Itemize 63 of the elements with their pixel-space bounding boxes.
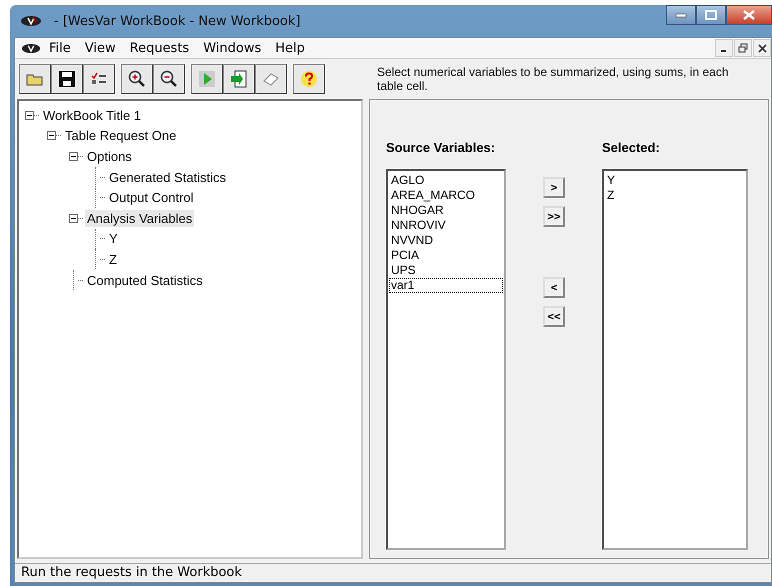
tree-item[interactable]: Table Request One (63, 127, 178, 144)
restore-button[interactable] (734, 39, 752, 57)
tree-item[interactable]: Output Control (107, 189, 196, 206)
list-item[interactable]: AREA_MARCO (389, 188, 503, 203)
restore-icon (738, 43, 748, 53)
zoom-out-icon (159, 69, 179, 89)
menu-item[interactable]: Help (269, 40, 311, 56)
menu-item[interactable]: Windows (197, 40, 268, 56)
help-button[interactable] (293, 64, 325, 94)
minimize-button[interactable] (666, 5, 696, 25)
zoom-out-button[interactable] (153, 64, 185, 94)
collapse-icon[interactable] (69, 152, 78, 161)
maximize-button[interactable] (696, 5, 726, 25)
save-disk-button[interactable] (51, 64, 83, 94)
list-item[interactable]: NVVND (389, 233, 503, 248)
list-item[interactable]: UPS (389, 263, 503, 278)
tree-item[interactable]: Options (85, 148, 134, 165)
help-icon (299, 69, 319, 89)
tree-item[interactable]: Y (107, 230, 120, 248)
list-item[interactable]: PCIA (389, 248, 503, 263)
menu-item[interactable]: File (43, 40, 77, 56)
zoom-in-button[interactable] (121, 64, 153, 94)
window-title: - [WesVar WorkBook - New Workbook] (54, 14, 300, 28)
list-item[interactable]: var1 (389, 278, 503, 293)
tree-item[interactable]: WorkBook Title 1 (41, 106, 144, 124)
collapse-icon[interactable] (25, 110, 34, 120)
app-logo-icon (20, 15, 42, 27)
close-icon (743, 10, 755, 20)
close-button[interactable] (726, 5, 772, 25)
maximize-icon (705, 10, 717, 20)
move-button[interactable]: > (543, 177, 565, 198)
collapse-icon[interactable] (69, 214, 78, 223)
play-icon (197, 69, 217, 89)
tree-item[interactable]: Z (107, 250, 119, 268)
app-logo-icon (21, 42, 41, 54)
list-item[interactable]: Y (605, 173, 745, 188)
list-item[interactable]: AGLO (389, 173, 503, 188)
export-icon (229, 69, 249, 89)
tree-item[interactable]: Generated Statistics (107, 168, 228, 186)
checklist-button[interactable] (83, 64, 115, 94)
list-item[interactable]: NNROVIV (389, 218, 503, 233)
list-heading: Source Variables: (386, 140, 496, 155)
status-bar: Run the requests in the Workbook (15, 563, 771, 582)
instruction-text: Select numerical variables to be summarized, using sums, in each table cell. (377, 65, 730, 93)
list-item[interactable]: NHOGAR (389, 203, 503, 218)
tree-item[interactable]: Analysis Variables (85, 210, 194, 227)
move-button[interactable]: << (543, 306, 565, 327)
source-variables-list[interactable]: AGLO AREA_MARCO NHOGAR NNROVIV NVVND PCIA UPS var1 (386, 169, 506, 550)
move-button[interactable]: >> (543, 206, 565, 227)
minimize-icon (675, 12, 687, 18)
tree-item[interactable]: Computed Statistics (85, 272, 205, 289)
selected-variables-list[interactable]: Y Z (602, 169, 748, 550)
menu-item[interactable]: View (78, 40, 122, 56)
zoom-in-icon (127, 69, 147, 89)
list-item[interactable]: Z (605, 188, 745, 203)
collapse-icon[interactable] (47, 131, 56, 140)
list-heading: Selected: (602, 140, 661, 155)
play-button[interactable] (191, 64, 223, 94)
move-button[interactable]: < (543, 277, 565, 298)
menu-item[interactable]: Requests (124, 40, 196, 56)
export-button[interactable] (223, 64, 255, 94)
open-folder-button[interactable] (19, 64, 51, 94)
close-icon (758, 44, 766, 52)
